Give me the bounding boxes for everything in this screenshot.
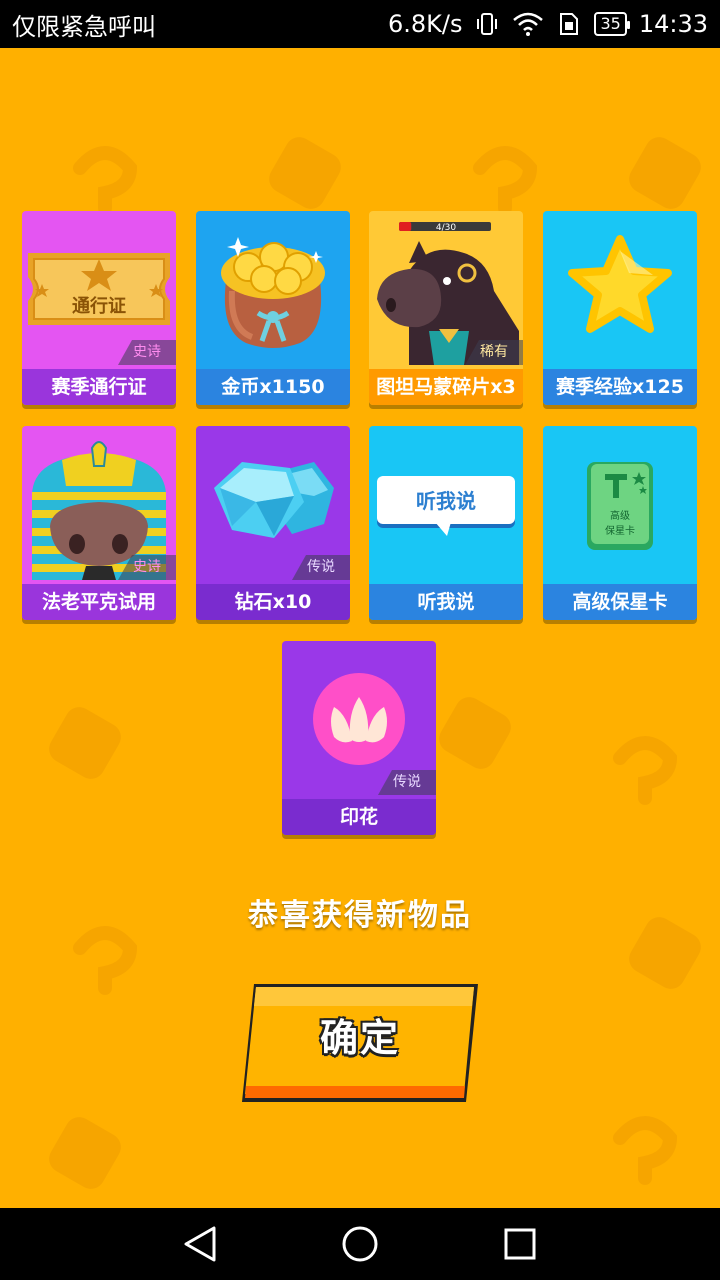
wifi-icon [512, 11, 544, 37]
reward-card-listen-to-me[interactable]: 听我说 听我说 [369, 426, 523, 620]
vibrate-icon [474, 11, 500, 37]
star-protect-card-icon: 高级 保星卡 [543, 426, 697, 580]
sim-icon [556, 11, 582, 37]
reward-name: 图坦马蒙碎片x3 [369, 369, 523, 405]
congrats-message: 恭喜获得新物品 [248, 898, 472, 933]
recents-icon[interactable] [490, 1214, 550, 1274]
reward-name: 高级保星卡 [543, 584, 697, 620]
bubble-text: 听我说 [416, 489, 476, 513]
reward-card-diamonds[interactable]: 传说 钻石x10 [196, 426, 350, 620]
reward-card-season-exp[interactable]: 赛季经验x125 [543, 211, 697, 405]
star-icon [543, 211, 697, 365]
clock: 14:33 [638, 10, 708, 38]
svg-text:保星卡: 保星卡 [605, 524, 635, 537]
reward-card-pharaoh-trial[interactable]: 史诗 法老平克试用 [22, 426, 176, 620]
confirm-label: 确定 [319, 1016, 400, 1060]
network-speed: 6.8K/s [387, 10, 463, 38]
coin-bag-icon [196, 211, 350, 365]
reward-card-tutan-fragment[interactable]: 4/30 稀有 图坦马蒙碎片x3 [369, 211, 523, 405]
reward-name: 赛季通行证 [22, 369, 176, 405]
navigation-bar [0, 1208, 720, 1280]
reward-name: 听我说 [369, 584, 523, 620]
reward-card-stamp[interactable]: 传说 印花 [282, 641, 436, 835]
reward-name: 金币x1150 [196, 369, 350, 405]
speech-bubble-icon: 听我说 [369, 426, 523, 580]
fragment-progress-fill [399, 222, 412, 231]
reward-card-star-protect[interactable]: 高级 保星卡 高级保星卡 [543, 426, 697, 620]
reward-name: 法老平克试用 [22, 584, 176, 620]
back-icon[interactable] [170, 1214, 230, 1274]
reward-name: 印花 [282, 799, 436, 835]
status-bar: 仅限紧急呼叫 6.8K/s 35 14:33 [0, 0, 720, 48]
carrier-text: 仅限紧急呼叫 [12, 12, 156, 41]
reward-card-season-pass[interactable]: 通行证 史诗 赛季通行证 [22, 211, 176, 405]
home-icon[interactable] [330, 1214, 390, 1274]
ticket-text: 通行证 [72, 295, 126, 317]
svg-text:高级: 高级 [610, 509, 630, 522]
reward-name: 赛季经验x125 [543, 369, 697, 405]
reward-name: 钻石x10 [196, 584, 350, 620]
confirm-button[interactable]: 确定 [240, 982, 480, 1104]
battery-icon: 35 [594, 12, 631, 36]
fragment-progress-text: 4/30 [436, 223, 456, 233]
reward-card-coins[interactable]: 金币x1150 [196, 211, 350, 405]
